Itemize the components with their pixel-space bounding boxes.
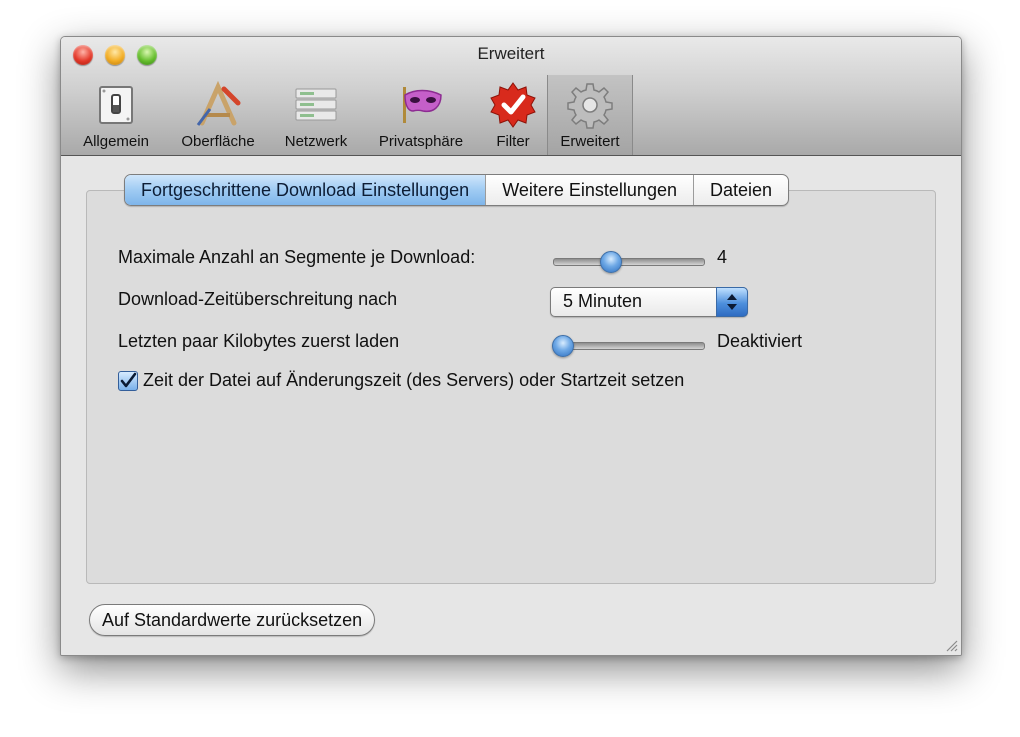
toolbar-item-allgemein[interactable]: Allgemein xyxy=(73,77,159,153)
timeout-select[interactable]: 5 Minuten xyxy=(550,287,748,317)
segments-slider-knob[interactable] xyxy=(600,251,622,273)
last-kb-slider-knob[interactable] xyxy=(552,335,574,357)
tab-weitere-einstellungen[interactable]: Weitere Einstellungen xyxy=(485,175,693,205)
server-rack-icon xyxy=(295,88,337,121)
toolbar-item-privatsphaere[interactable]: Privatsphäre xyxy=(367,77,475,153)
updown-arrows-icon xyxy=(716,287,748,317)
reset-defaults-button[interactable]: Auf Standardwerte zurücksetzen xyxy=(89,604,376,636)
settings-groupbox: Maximale Anzahl an Segmente je Download:… xyxy=(86,190,936,584)
switch-icon xyxy=(99,86,133,124)
toolbar-label: Filter xyxy=(496,133,530,150)
preferences-window: Erweitert Allgemein Oberfläche Netzwerk … xyxy=(60,36,962,656)
toolbar-label: Netzwerk xyxy=(284,133,348,150)
last-kb-value: Deaktiviert xyxy=(717,331,803,351)
toolbar-label: Privatsphäre xyxy=(378,133,464,150)
tab-dateien[interactable]: Dateien xyxy=(692,175,788,205)
file-time-checkbox[interactable] xyxy=(118,371,138,391)
mask-icon xyxy=(403,87,442,123)
gear-icon xyxy=(567,83,613,129)
toolbar-label: Allgemein xyxy=(83,133,149,150)
tab-bar: Fortgeschrittene Download Einstellungen … xyxy=(124,174,790,206)
content-area: Maximale Anzahl an Segmente je Download:… xyxy=(61,156,961,655)
segments-label: Maximale Anzahl an Segmente je Download: xyxy=(118,247,476,267)
last-kb-label: Letzten paar Kilobytes zuerst laden xyxy=(118,331,400,351)
toolbar-label: Oberfläche xyxy=(181,133,255,150)
segments-value: 4 xyxy=(717,247,728,267)
toolbar-label: Erweitert xyxy=(560,133,620,150)
tab-fortgeschrittene[interactable]: Fortgeschrittene Download Einstellungen xyxy=(125,175,486,205)
toolbar-item-netzwerk[interactable]: Netzwerk xyxy=(275,77,357,153)
timeout-select-value: 5 Minuten xyxy=(563,291,643,311)
toolbar-item-oberflaeche[interactable]: Oberfläche xyxy=(171,77,265,153)
titlebar: Erweitert Allgemein Oberfläche Netzwerk … xyxy=(61,37,961,156)
checkmark-badge-icon xyxy=(490,82,536,128)
timeout-label: Download-Zeitüberschreitung nach xyxy=(118,289,398,309)
toolbar-item-filter[interactable]: Filter xyxy=(485,77,541,153)
file-time-label: Zeit der Datei auf Änderungszeit (des Se… xyxy=(143,370,685,390)
segments-slider[interactable] xyxy=(553,251,705,273)
last-kb-slider[interactable] xyxy=(552,335,705,357)
resize-grip-icon[interactable] xyxy=(944,638,958,652)
checkmark-icon xyxy=(120,372,137,388)
toolbar-item-erweitert[interactable]: Erweitert xyxy=(547,75,633,155)
window-title: Erweitert xyxy=(477,44,545,63)
drawing-tools-icon xyxy=(196,81,241,126)
